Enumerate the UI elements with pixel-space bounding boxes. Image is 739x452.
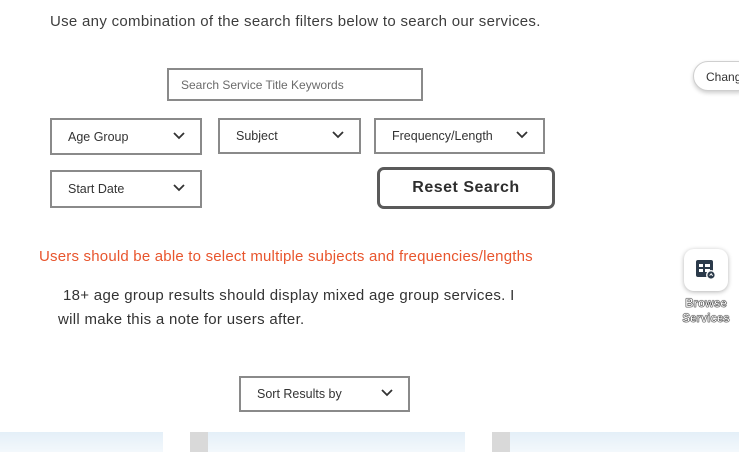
subject-label: Subject [236,129,278,143]
reset-search-button[interactable]: Reset Search [377,167,555,209]
sort-results-label: Sort Results by [257,387,342,401]
frequency-length-dropdown[interactable]: Frequency/Length [374,118,545,154]
chevron-down-icon [516,131,528,139]
search-input[interactable] [167,68,423,101]
service-card-image[interactable] [0,432,163,452]
chevron-down-icon [332,131,344,139]
start-date-label: Start Date [68,182,125,196]
browse-services-label: Browse Services [672,297,739,327]
age-group-note-line2: will make this a note for users after. [58,311,305,328]
service-card-edge [492,432,510,452]
service-card-edge [190,432,208,452]
chevron-down-icon [173,184,185,192]
intro-text: Use any combination of the search filter… [50,13,541,30]
age-group-note-line1: 18+ age group results should display mix… [63,287,515,304]
change-button[interactable]: Chang [693,61,739,91]
age-group-dropdown[interactable]: Age Group [50,118,202,155]
service-card-image[interactable] [208,432,465,452]
requirement-note: Users should be able to select multiple … [39,248,533,265]
browse-services-button[interactable] [684,249,728,291]
chevron-down-icon [173,131,185,139]
browse-label-line1: Browse [685,298,727,310]
age-group-label: Age Group [68,129,129,144]
frequency-length-label: Frequency/Length [392,129,493,143]
subject-dropdown[interactable]: Subject [218,118,361,154]
age-group-note: 18+ age group results should display mix… [58,284,548,332]
start-date-dropdown[interactable]: Start Date [50,170,202,208]
browse-label-line2: Services [682,313,730,325]
sort-results-dropdown[interactable]: Sort Results by [239,376,410,412]
service-card-image[interactable] [510,432,739,452]
browse-services-icon [696,260,716,280]
chevron-down-icon [381,389,393,397]
